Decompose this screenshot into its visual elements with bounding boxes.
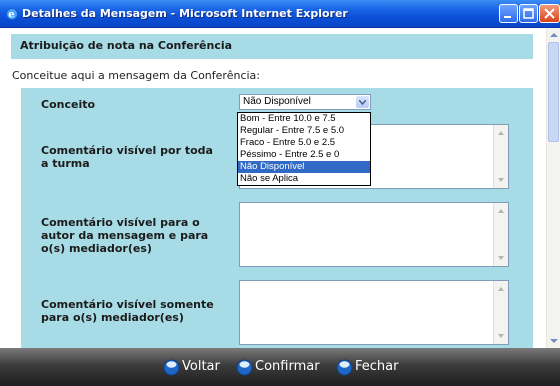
bullet-circle-icon <box>336 359 353 376</box>
close-window-button[interactable] <box>539 4 560 23</box>
scroll-up-arrow-icon[interactable] <box>498 209 504 213</box>
comment-turma-label: Comentário visível por toda a turma <box>41 144 213 170</box>
comment-mediador-label: Comentário visível somente para o(s) med… <box>41 298 214 324</box>
page-scrollbar[interactable] <box>546 28 560 348</box>
page-title: Atribuição de nota na Conferência <box>20 39 233 52</box>
bullet-circle-icon <box>163 359 180 376</box>
maximize-button[interactable] <box>519 4 538 23</box>
dropdown-option[interactable]: Fraco - Entre 5.0 e 2.5 <box>238 137 370 149</box>
dropdown-option-selected[interactable]: Não Disponível <box>238 161 370 173</box>
dropdown-option[interactable]: Não se Aplica <box>238 173 370 185</box>
minimize-icon <box>504 16 511 18</box>
minimize-button[interactable] <box>499 4 518 23</box>
intro-text: Conceitue aqui a mensagem da Conferência… <box>12 69 260 82</box>
dropdown-option[interactable]: Bom - Entre 10.0 e 7.5 <box>238 113 370 125</box>
section-header: Atribuição de nota na Conferência <box>11 34 533 59</box>
window-titlebar: e Detalhes da Mensagem - Microsoft Inter… <box>0 0 560 28</box>
maximize-icon <box>523 8 534 19</box>
textarea-scrollbar[interactable] <box>493 281 508 344</box>
close-icon <box>544 8 555 19</box>
fechar-label: Fechar <box>355 359 399 374</box>
scroll-up-arrow-icon[interactable] <box>550 33 558 37</box>
confirmar-label: Confirmar <box>255 359 320 374</box>
comment-autor-textarea[interactable] <box>239 202 509 267</box>
comment-autor-label: Comentário visível para o autor da mensa… <box>41 216 209 255</box>
dropdown-option[interactable]: Regular - Entre 7.5 e 5.0 <box>238 125 370 137</box>
window-title: Detalhes da Mensagem - Microsoft Interne… <box>22 7 348 20</box>
textarea-scrollbar[interactable] <box>493 203 508 266</box>
conceito-selected-value: Não Disponível <box>243 96 311 107</box>
scroll-down-arrow-icon[interactable] <box>550 339 558 343</box>
textarea-scrollbar[interactable] <box>493 125 508 188</box>
chevron-down-icon <box>359 100 366 105</box>
conceito-select[interactable]: Não Disponível <box>239 94 371 110</box>
scroll-down-arrow-icon[interactable] <box>498 334 504 338</box>
scroll-down-arrow-icon[interactable] <box>498 178 504 182</box>
comment-mediador-textarea[interactable] <box>239 280 509 345</box>
scroll-down-arrow-icon[interactable] <box>498 256 504 260</box>
content-area: Atribuição de nota na Conferência Concei… <box>0 28 546 348</box>
scroll-up-arrow-icon[interactable] <box>498 131 504 135</box>
scroll-up-arrow-icon[interactable] <box>498 287 504 291</box>
bullet-circle-icon <box>236 359 253 376</box>
conceito-label: Conceito <box>41 98 96 111</box>
dropdown-option[interactable]: Péssimo - Entre 2.5 e 0 <box>238 149 370 161</box>
internet-explorer-icon: e <box>6 8 18 21</box>
conceito-dropdown-list: Bom - Entre 10.0 e 7.5 Regular - Entre 7… <box>237 112 371 186</box>
voltar-label: Voltar <box>182 359 220 374</box>
dropdown-arrow-button[interactable] <box>356 96 369 108</box>
action-bar: Voltar Confirmar Fechar <box>0 348 560 386</box>
scrollbar-thumb[interactable] <box>548 42 559 142</box>
svg-text:e: e <box>8 10 14 21</box>
